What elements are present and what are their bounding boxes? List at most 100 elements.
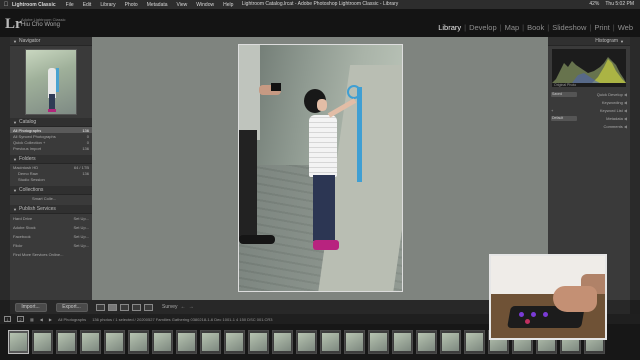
publish-adobe-stock[interactable]: Adobe Stock Set Up... bbox=[10, 223, 92, 232]
filmstrip-thumbnail[interactable] bbox=[368, 330, 389, 354]
import-button[interactable]: Import... bbox=[14, 302, 47, 312]
quick-develop-preset-select[interactable]: Saved bbox=[551, 91, 577, 97]
filmstrip-thumbnail[interactable] bbox=[56, 330, 77, 354]
menu-edit[interactable]: Edit bbox=[83, 2, 92, 8]
find-more-services[interactable]: Find More Services Online... bbox=[10, 250, 92, 259]
original-photo-toggle[interactable]: Original Photo bbox=[554, 83, 576, 87]
navigator-preview[interactable] bbox=[25, 49, 77, 115]
module-slideshow[interactable]: Slideshow bbox=[549, 23, 589, 32]
grid-icon[interactable]: ▦ bbox=[30, 317, 34, 322]
arrow-left-icon[interactable]: ← bbox=[181, 304, 186, 310]
filmstrip-thumbnail[interactable] bbox=[392, 330, 413, 354]
menu-help[interactable]: Help bbox=[223, 2, 233, 8]
filmstrip-thumbnail[interactable] bbox=[176, 330, 197, 354]
app-menu[interactable]: Lightroom Classic bbox=[12, 2, 56, 8]
publish-item-setup[interactable]: Set Up... bbox=[73, 243, 89, 248]
filmstrip-source[interactable]: All Photographs bbox=[58, 317, 86, 322]
menu-view[interactable]: View bbox=[177, 2, 188, 8]
keyword-list-header[interactable]: + Keyword List ◀ bbox=[548, 106, 630, 114]
thumbnail-image bbox=[370, 333, 387, 351]
module-book[interactable]: Book bbox=[524, 23, 547, 32]
folders-header[interactable]: ▼ Folders bbox=[10, 155, 92, 164]
filmstrip-thumbnail[interactable] bbox=[320, 330, 341, 354]
filmstrip-thumbnail[interactable] bbox=[416, 330, 437, 354]
grid-view-icon[interactable] bbox=[96, 303, 105, 311]
publish-flickr[interactable]: Flickr Set Up... bbox=[10, 241, 92, 250]
filmstrip-thumbnail[interactable] bbox=[8, 330, 29, 354]
quick-develop-header[interactable]: Saved Quick Develop ◀ bbox=[548, 90, 630, 98]
back-arrow-icon[interactable]: ◀ bbox=[40, 317, 43, 322]
thumbnail-image bbox=[106, 333, 123, 351]
filmstrip-thumbnail[interactable] bbox=[296, 330, 317, 354]
battery-indicator[interactable]: 42% bbox=[589, 1, 599, 7]
filmstrip-thumbnail[interactable] bbox=[248, 330, 269, 354]
apple-menu-icon[interactable]:  bbox=[0, 2, 12, 8]
menu-library[interactable]: Library bbox=[100, 2, 115, 8]
export-button[interactable]: Export... bbox=[55, 302, 88, 312]
metadata-header[interactable]: Default Metadata ◀ bbox=[548, 114, 630, 122]
survey-view-icon[interactable] bbox=[132, 303, 141, 311]
module-map[interactable]: Map bbox=[502, 23, 523, 32]
publish-facebook[interactable]: Facebook Set Up... bbox=[10, 232, 92, 241]
publish-hard-drive[interactable]: Hard Drive Set Up... bbox=[10, 214, 92, 223]
catalog-item-previous-import[interactable]: Previous Import 136 bbox=[10, 145, 92, 151]
comments-header[interactable]: Comments ◀ bbox=[548, 122, 630, 130]
publish-item-setup[interactable]: Set Up... bbox=[73, 225, 89, 230]
thumbnail-image bbox=[202, 333, 219, 351]
loupe-view[interactable] bbox=[92, 37, 548, 300]
keyword-list-label: Keyword List bbox=[599, 107, 623, 113]
thumbnail-image bbox=[178, 333, 195, 351]
histogram-header[interactable]: Histogram ▼ bbox=[548, 37, 630, 46]
filmstrip-thumbnail[interactable] bbox=[224, 330, 245, 354]
histogram-graph[interactable]: Original Photo bbox=[552, 49, 626, 87]
module-develop[interactable]: Develop bbox=[466, 23, 500, 32]
filmstrip-thumbnail[interactable] bbox=[200, 330, 221, 354]
filmstrip-thumbnail[interactable] bbox=[128, 330, 149, 354]
collapse-triangle-icon: ◀ bbox=[623, 123, 627, 129]
add-keyword-icon[interactable]: + bbox=[551, 108, 553, 113]
import-export-bar: Import... Export... bbox=[10, 300, 92, 314]
metadata-preset-select[interactable]: Default bbox=[551, 115, 577, 121]
people-view-icon[interactable] bbox=[144, 303, 153, 311]
module-print[interactable]: Print bbox=[591, 23, 612, 32]
menubar-clock[interactable]: Thu 5:02 PM bbox=[605, 1, 634, 7]
menu-photo[interactable]: Photo bbox=[125, 2, 138, 8]
catalog-item-count: 0 bbox=[86, 133, 89, 139]
compare-view-icon[interactable] bbox=[120, 303, 129, 311]
right-panel-edge[interactable] bbox=[630, 37, 640, 300]
filmstrip-thumbnail[interactable] bbox=[80, 330, 101, 354]
filmstrip-thumbnail[interactable] bbox=[104, 330, 125, 354]
module-library[interactable]: Library bbox=[435, 23, 464, 32]
folder-label: Studio Session bbox=[18, 176, 45, 182]
keywording-header[interactable]: Keywording ◀ bbox=[548, 98, 630, 106]
filmstrip-thumbnail[interactable] bbox=[152, 330, 173, 354]
filmstrip-thumbnail[interactable] bbox=[440, 330, 461, 354]
menu-file[interactable]: File bbox=[66, 2, 74, 8]
publish-item-setup[interactable]: Set Up... bbox=[73, 216, 89, 221]
navigator-header[interactable]: ▼ Navigator bbox=[10, 37, 92, 46]
main-photo[interactable] bbox=[238, 44, 403, 292]
forward-arrow-icon[interactable]: ▶ bbox=[49, 317, 52, 322]
collection-smart[interactable]: Smart Colle... bbox=[10, 195, 92, 201]
filmstrip-thumbnail[interactable] bbox=[32, 330, 53, 354]
module-web[interactable]: Web bbox=[615, 23, 636, 32]
catalog-header[interactable]: ▼ Catalog bbox=[10, 118, 92, 127]
publish-services-header[interactable]: ▼ Publish Services bbox=[10, 205, 92, 214]
arrow-right-icon[interactable]: → bbox=[189, 304, 194, 310]
filmstrip-thumbnail[interactable] bbox=[464, 330, 485, 354]
menu-metadata[interactable]: Metadata bbox=[147, 2, 168, 8]
filmstrip-thumbnail[interactable] bbox=[344, 330, 365, 354]
left-panel-edge[interactable] bbox=[0, 37, 10, 300]
main-window-button[interactable]: 1 bbox=[4, 316, 11, 322]
collections-header[interactable]: ▼ Collections bbox=[10, 186, 92, 195]
thumbnail-image bbox=[322, 333, 339, 351]
collapse-triangle-icon: ▼ bbox=[13, 119, 17, 125]
menu-window[interactable]: Window bbox=[196, 2, 214, 8]
filmstrip-thumbnail[interactable] bbox=[272, 330, 293, 354]
folder-studio-session[interactable]: Studio Session bbox=[10, 176, 92, 182]
identity-plate[interactable]: Hiu Cho Wong bbox=[21, 22, 60, 28]
second-window-button[interactable]: 2 bbox=[17, 316, 24, 322]
loupe-view-icon[interactable] bbox=[108, 303, 117, 311]
publish-item-setup[interactable]: Set Up... bbox=[73, 234, 89, 239]
collections-label: Collections bbox=[18, 187, 44, 193]
